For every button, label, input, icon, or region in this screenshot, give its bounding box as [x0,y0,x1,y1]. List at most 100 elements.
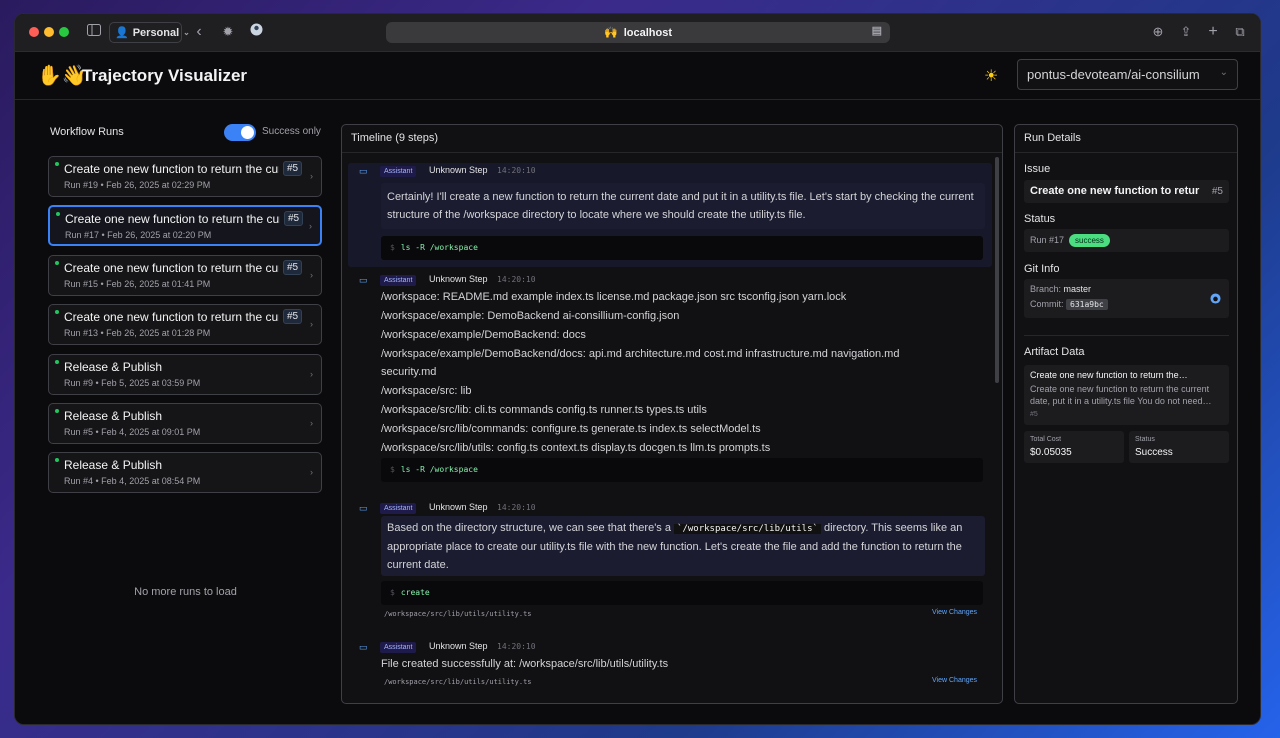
step-time: 14:20:10 [497,642,536,651]
chevron-right-icon: › [310,467,313,477]
status-summary-label: Status [1135,436,1155,443]
timeline-step: ▭ Assistant Unknown Step 14:20:10 Certai… [348,163,992,267]
commit-line: Commit: 631a9bc [1030,299,1108,310]
success-dot-icon [55,458,59,462]
address-bar[interactable]: 🙌 localhost ▤ [386,22,890,43]
message-icon: ▭ [359,275,368,285]
branch-value: master [1063,284,1092,294]
run-card[interactable]: Create one new function to return the cu… [48,304,322,345]
timeline-title: Timeline (9 steps) [342,125,1002,153]
run-card[interactable]: Create one new function to return the cu… [48,205,322,246]
back-icon[interactable]: ‹ [190,23,208,41]
success-dot-icon [55,261,59,265]
no-more-runs-text: No more runs to load [134,586,237,598]
artifact-title: Create one new function to return the… [1030,370,1188,380]
sun-icon[interactable]: ☀ [984,66,998,86]
step-name: Unknown Step [429,165,488,175]
run-card[interactable]: Create one new function to return the cu… [48,255,322,296]
hands-logo-icon: ✋👋 [37,65,87,87]
issue-badge: #5 [283,260,303,275]
run-details-title: Run Details [1015,125,1237,153]
listing-line: security.md [381,366,437,378]
status-card: Run #17 success [1024,229,1229,252]
git-info-label: Git Info [1024,263,1060,275]
issue-badge: #5 [283,161,303,176]
listing-line: /workspace/src/lib: cli.ts commands conf… [381,404,707,416]
browser-window: 👤 Personal ⌄ ‹ ✹ 🙌 localhost ▤ ⊕ ⇪ + ⧉ ✋… [14,13,1261,725]
issue-card[interactable]: Create one new function to return the cu… [1024,180,1229,203]
extension-avatar-icon[interactable] [247,23,265,41]
run-card[interactable]: Create one new function to return the cu… [48,156,322,197]
maximize-window-button[interactable] [59,27,69,37]
run-card[interactable]: Release & Publish Run #4 • Feb 4, 2025 at… [48,452,322,493]
view-changes-link[interactable]: View Changes [932,677,977,684]
listing-line: /workspace/example/DemoBackend/docs: api… [381,348,900,360]
issue-title: Create one new function to return the cu… [1030,185,1200,197]
timeline-scrollbar[interactable] [995,157,999,383]
profile-button[interactable]: 👤 Personal ⌄ [109,22,190,43]
chevron-down-icon: ⌄ [183,28,190,37]
message-part: appropriate place to create our utility.… [387,541,962,571]
timeline-panel: Timeline (9 steps) ▭ Assistant Unknown S… [341,124,1003,704]
workflow-runs-title: Workflow Runs [50,126,124,138]
run-meta: Run #17 • Feb 26, 2025 at 02:20 PM [65,230,212,240]
close-window-button[interactable] [29,27,39,37]
run-meta: Run #13 • Feb 26, 2025 at 01:28 PM [64,328,211,338]
total-cost-value: $0.05035 [1030,447,1072,458]
tabs-overview-icon[interactable]: ⧉ [1231,23,1249,41]
issue-label: Issue [1024,163,1051,175]
status-summary-card: Status Success [1129,431,1229,463]
command-block: $ create [381,581,983,605]
success-dot-icon [55,360,59,364]
success-dot-icon [56,212,60,216]
site-emoji-icon: 🙌 [604,27,618,39]
new-tab-icon[interactable]: + [1204,23,1222,41]
status-run-number: Run #17 [1030,235,1065,245]
timeline-step: ▭ Assistant Unknown Step 14:20:10 /works… [348,271,992,482]
download-icon[interactable]: ⊕ [1149,23,1167,41]
commit-label: Commit: [1030,299,1064,309]
message-icon: ▭ [359,503,368,513]
run-title: Create one new function to return the cu… [64,261,279,275]
run-card[interactable]: Release & Publish Run #9 • Feb 5, 2025 at… [48,354,322,395]
minimize-window-button[interactable] [44,27,54,37]
step-name: Unknown Step [429,274,488,284]
artifact-card[interactable]: Create one new function to return the… C… [1024,365,1229,425]
run-card[interactable]: Release & Publish Run #5 • Feb 4, 2025 at… [48,403,322,444]
branch-line: Branch: master [1030,284,1091,294]
extension-gear-icon[interactable]: ✹ [219,23,237,41]
listing-line: /workspace/src/lib/commands: configure.t… [381,423,761,435]
issue-badge: #5 [284,211,304,226]
run-title: Create one new function to return the cu… [64,310,279,324]
app: ✋👋 Trajectory Visualizer ☀ pontus-devote… [15,52,1260,724]
step-time: 14:20:10 [497,503,536,512]
message-part: Based on the directory structure, we can… [387,522,671,534]
listing-line: /workspace/src/lib/utils: config.ts cont… [381,442,771,454]
success-only-toggle[interactable] [224,124,256,141]
app-title: Trajectory Visualizer [82,66,248,85]
github-icon[interactable] [1210,293,1221,307]
file-path: /workspace/src/lib/utils/utility.ts [384,610,532,618]
message-part: directory. This seems like an [824,522,963,534]
artifact-number: #5 [1030,411,1038,418]
total-cost-card: Total Cost $0.05035 [1024,431,1124,463]
inline-code: `/workspace/src/lib/utils` [674,524,821,534]
command-text: ls -R /workspace [400,243,478,252]
run-meta: Run #19 • Feb 26, 2025 at 02:29 PM [64,180,211,190]
step-message: Based on the directory structure, we can… [387,519,979,574]
commit-hash: 631a9bc [1066,299,1108,310]
command-text: create [400,588,430,597]
share-icon[interactable]: ⇪ [1177,23,1195,41]
sidebar-toggle-icon[interactable] [85,23,103,41]
step-name: Unknown Step [429,641,488,651]
run-meta: Run #5 • Feb 4, 2025 at 09:01 PM [64,427,201,437]
total-cost-label: Total Cost [1030,436,1062,443]
run-title: Release & Publish [64,458,163,472]
view-changes-link[interactable]: View Changes [932,609,977,616]
address-text: localhost [623,26,672,39]
repo-select[interactable]: pontus-devoteam/ai-consilium ⌄ [1017,59,1238,90]
reader-icon[interactable]: ▤ [872,24,882,37]
command-block: $ ls -R /workspace [381,458,983,482]
status-summary-value: Success [1135,447,1173,458]
git-info-card: Branch: master Commit: 631a9bc [1024,279,1229,318]
